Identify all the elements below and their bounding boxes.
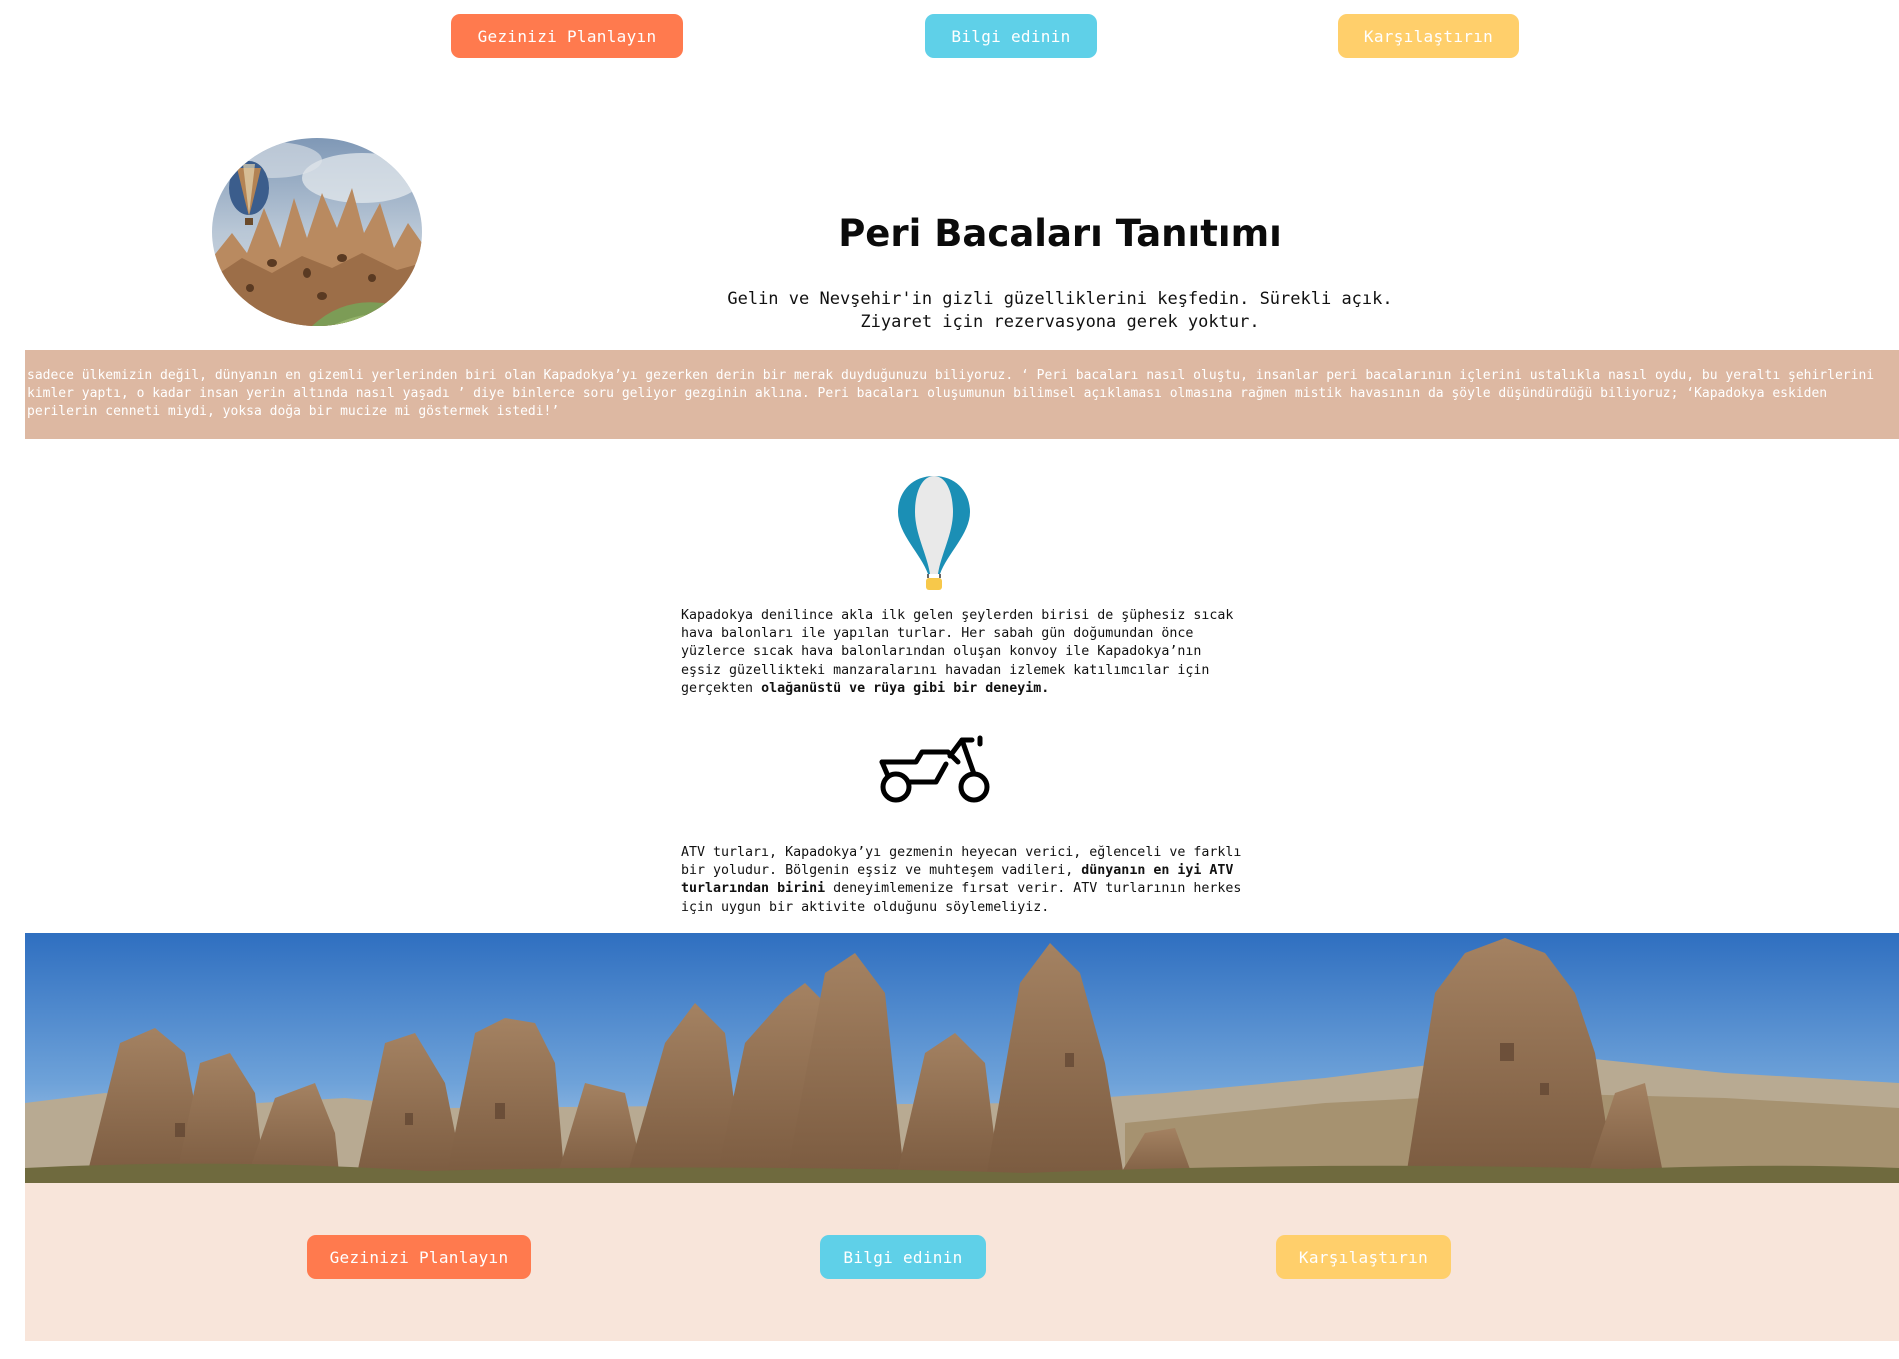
get-info-button-top[interactable]: Bilgi edinin [925, 14, 1097, 58]
fairy-chimneys-photo [212, 138, 422, 326]
balloon-tour-paragraph: Kapadokya denilince akla ilk gelen şeyle… [681, 607, 1241, 698]
intro-paragraph: sadece ülkemizin değil, dünyanın en gize… [27, 368, 1875, 419]
compare-button-bottom[interactable]: Karşılaştırın [1276, 1235, 1451, 1279]
hot-air-balloon-icon [895, 474, 973, 590]
balloon-text-bold: olağanüstü ve rüya gibi bir deneyim. [761, 680, 1050, 696]
intro-band: sadece ülkemizin değil, dünyanın en gize… [25, 350, 1899, 439]
fairy-chimneys-oval-image [212, 138, 422, 326]
atv-tour-paragraph: ATV turları, Kapadokya’yı gezmenin heyec… [681, 844, 1246, 917]
subtitle-line-1: Gelin ve Nevşehir'in gizli güzelliklerin… [727, 289, 1393, 309]
page-subtitle: Gelin ve Nevşehir'in gizli güzelliklerin… [620, 288, 1500, 334]
plan-trip-button-bottom[interactable]: Gezinizi Planlayın [307, 1235, 531, 1279]
page-title: Peri Bacaları Tanıtımı [838, 212, 1282, 255]
compare-button-top[interactable]: Karşılaştırın [1338, 14, 1519, 58]
fairy-chimneys-panorama-image [25, 933, 1899, 1183]
plan-trip-button-top[interactable]: Gezinizi Planlayın [451, 14, 683, 58]
subtitle-line-2: Ziyaret için rezervasyona gerek yoktur. [860, 312, 1260, 332]
atv-motorcycle-icon [876, 734, 992, 804]
get-info-button-bottom[interactable]: Bilgi edinin [820, 1235, 986, 1279]
